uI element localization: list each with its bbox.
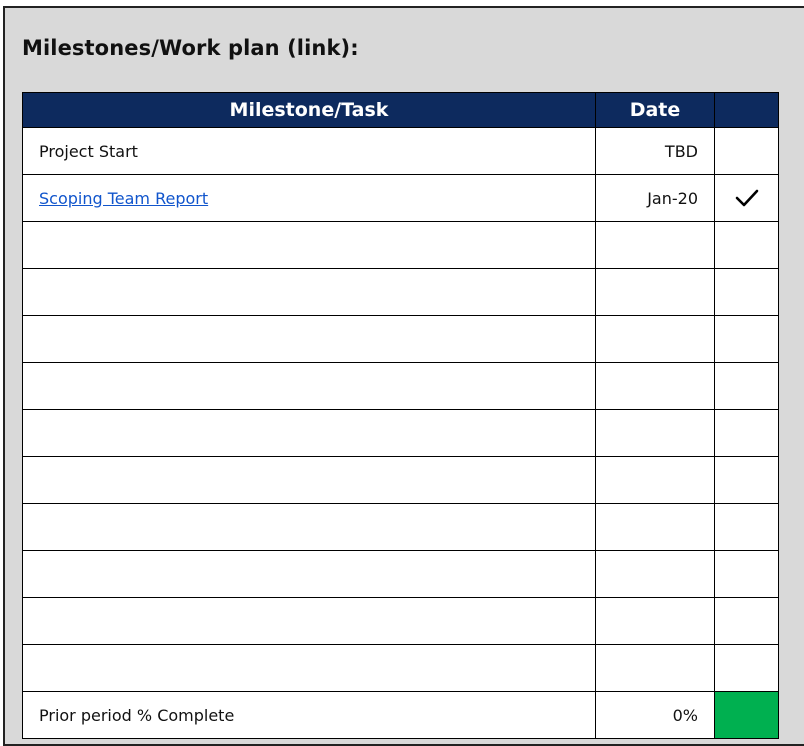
milestone-task-cell xyxy=(22,409,596,457)
milestone-status-cell xyxy=(714,268,779,316)
footer-percent: 0% xyxy=(595,691,715,739)
milestone-status-cell xyxy=(714,127,779,175)
table-row xyxy=(22,315,779,363)
column-header-date: Date xyxy=(595,92,715,128)
milestone-date-cell xyxy=(595,315,715,363)
table-row: Scoping Team Report Jan-20 xyxy=(22,174,779,222)
milestone-date-cell xyxy=(595,644,715,692)
milestone-status-cell xyxy=(714,221,779,269)
milestone-date-cell xyxy=(595,268,715,316)
table-row xyxy=(22,644,779,692)
table-row xyxy=(22,550,779,598)
milestone-task-cell xyxy=(22,221,596,269)
milestone-date-cell: Jan-20 xyxy=(595,174,715,222)
milestone-task-cell xyxy=(22,362,596,410)
footer-label: Prior period % Complete xyxy=(22,691,596,739)
milestone-date-cell xyxy=(595,221,715,269)
table-row xyxy=(22,456,779,504)
milestone-status-cell xyxy=(714,503,779,551)
table-row xyxy=(22,221,779,269)
milestone-status-cell xyxy=(714,409,779,457)
milestone-date-cell xyxy=(595,362,715,410)
milestone-task-cell xyxy=(22,597,596,645)
milestone-task-cell: Scoping Team Report xyxy=(22,174,596,222)
milestone-task-cell xyxy=(22,644,596,692)
milestone-task-cell xyxy=(22,456,596,504)
milestones-table: Milestone/Task Date Project Start TBD Scop… xyxy=(22,92,779,739)
milestone-date-cell xyxy=(595,409,715,457)
table-row xyxy=(22,268,779,316)
milestone-link[interactable]: Scoping Team Report xyxy=(39,189,208,208)
table-row xyxy=(22,362,779,410)
milestones-panel: Milestones/Work plan (link): Milestone/T… xyxy=(3,6,804,746)
checkmark-icon xyxy=(734,187,760,209)
table-row xyxy=(22,409,779,457)
milestone-task-cell xyxy=(22,268,596,316)
milestone-date-cell: TBD xyxy=(595,127,715,175)
milestone-status-cell xyxy=(714,362,779,410)
milestone-status-cell xyxy=(714,550,779,598)
milestone-task-cell xyxy=(22,550,596,598)
milestone-status-cell xyxy=(714,597,779,645)
milestone-status-cell xyxy=(714,174,779,222)
milestone-date-cell xyxy=(595,503,715,551)
milestone-task-cell: Project Start xyxy=(22,127,596,175)
column-header-milestone: Milestone/Task xyxy=(22,92,596,128)
status-indicator xyxy=(714,691,779,739)
table-row xyxy=(22,503,779,551)
milestone-date-cell xyxy=(595,456,715,504)
table-row: Project Start TBD xyxy=(22,127,779,175)
milestone-date-cell xyxy=(595,550,715,598)
column-header-status xyxy=(714,92,779,128)
milestone-task-cell xyxy=(22,503,596,551)
milestone-date-cell xyxy=(595,597,715,645)
section-heading: Milestones/Work plan (link): xyxy=(22,36,359,60)
milestone-task-cell xyxy=(22,315,596,363)
table-row xyxy=(22,597,779,645)
milestone-status-cell xyxy=(714,456,779,504)
milestone-status-cell xyxy=(714,315,779,363)
table-header-row: Milestone/Task Date xyxy=(22,92,779,128)
milestone-status-cell xyxy=(714,644,779,692)
footer-row: Prior period % Complete 0% xyxy=(22,691,779,739)
